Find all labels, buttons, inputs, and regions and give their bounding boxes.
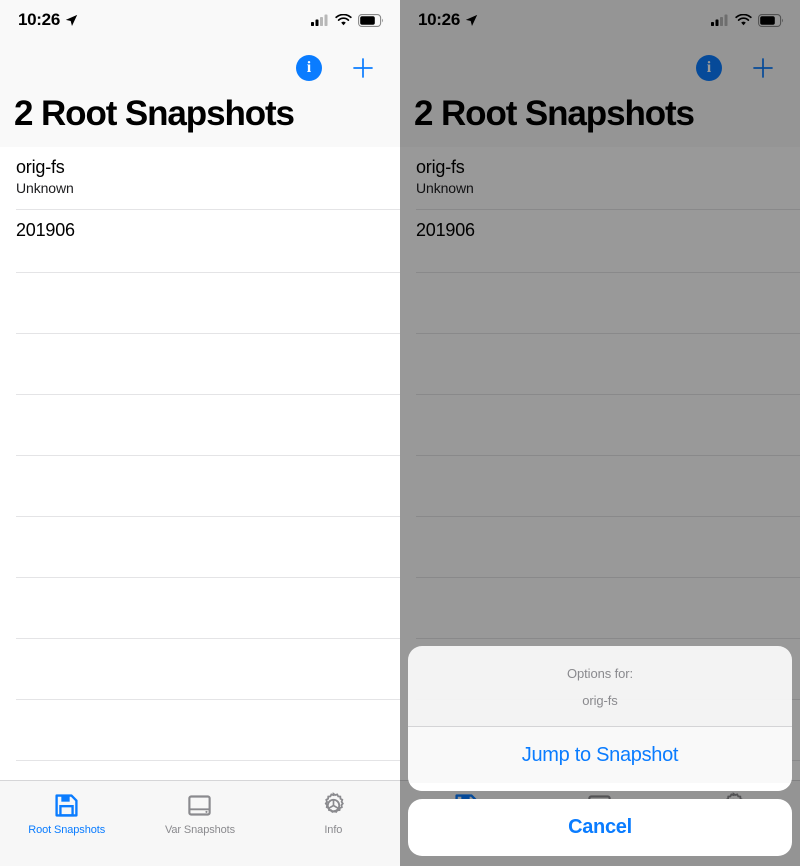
phone-screen-normal: 10:26 i 2 Root Snapshots orig-fs Unknown… xyxy=(0,0,400,866)
page-title: 2 Root Snapshots xyxy=(400,95,800,147)
status-time-group: 10:26 xyxy=(418,10,478,30)
table-row: 201906 xyxy=(400,209,800,273)
row-title: 201906 xyxy=(416,219,475,240)
table-row-empty xyxy=(0,272,400,334)
table-row[interactable]: orig-fs Unknown xyxy=(0,146,400,210)
table-row-empty xyxy=(0,516,400,578)
page-title: 2 Root Snapshots xyxy=(0,95,400,147)
tab-label: Root Snapshots xyxy=(28,824,106,836)
tab-bar: Root Snapshots Var Snapshots xyxy=(0,780,400,866)
status-time: 10:26 xyxy=(418,10,460,29)
info-button-label: i xyxy=(306,59,312,76)
cellular-signal-icon xyxy=(311,14,328,26)
action-sheet-subtitle: orig-fs xyxy=(582,693,618,708)
status-indicators xyxy=(311,13,384,27)
row-title: 201906 xyxy=(16,219,75,240)
tab-var-snapshots[interactable]: Var Snapshots xyxy=(133,781,266,866)
table-row-empty xyxy=(0,577,400,639)
location-arrow-icon xyxy=(65,14,78,26)
plus-icon xyxy=(753,58,773,78)
status-bar: 10:26 xyxy=(0,0,400,40)
table-row-empty xyxy=(400,272,800,334)
tab-info[interactable]: Info xyxy=(267,781,400,866)
add-snapshot-button[interactable] xyxy=(348,53,378,83)
snapshot-list: orig-fs Unknown 201906 xyxy=(0,146,400,822)
info-circle-icon[interactable]: i xyxy=(296,55,322,81)
table-row-empty xyxy=(0,394,400,456)
status-time: 10:26 xyxy=(18,10,60,29)
table-row-empty xyxy=(400,394,800,456)
table-row-empty xyxy=(0,699,400,761)
phone-screen-action-sheet: 10:26 i 2 Root Snapshots orig-fs Unknown… xyxy=(400,0,800,866)
table-row-empty xyxy=(0,638,400,700)
info-circle-icon: i xyxy=(696,55,722,81)
status-indicators xyxy=(711,13,784,27)
table-row-empty xyxy=(0,333,400,395)
location-arrow-icon xyxy=(465,14,478,26)
screenshot-pair: 10:26 i 2 Root Snapshots orig-fs Unknown… xyxy=(0,0,800,866)
status-time-group: 10:26 xyxy=(18,10,78,30)
cellular-signal-icon xyxy=(711,14,728,26)
disk-drive-icon xyxy=(186,790,213,820)
row-subtitle: Unknown xyxy=(416,180,474,197)
row-title: orig-fs xyxy=(416,156,465,177)
action-sheet-header: Options for: orig-fs xyxy=(408,646,792,726)
add-snapshot-button xyxy=(748,53,778,83)
table-row-empty xyxy=(400,516,800,578)
action-sheet-footer-strip xyxy=(408,783,792,791)
floppy-disk-icon xyxy=(53,790,80,820)
status-bar: 10:26 xyxy=(400,0,800,40)
table-row-empty xyxy=(0,455,400,517)
tab-label: Var Snapshots xyxy=(164,824,236,836)
jump-to-snapshot-button[interactable]: Jump to Snapshot xyxy=(408,726,792,783)
navigation-bar: i xyxy=(400,40,800,96)
row-title: orig-fs xyxy=(16,156,65,177)
plus-icon xyxy=(353,58,373,78)
info-button-label: i xyxy=(706,59,712,76)
action-sheet-title: Options for: xyxy=(567,666,633,681)
tab-root-snapshots[interactable]: Root Snapshots xyxy=(0,781,133,866)
cancel-button[interactable]: Cancel xyxy=(408,799,792,856)
navigation-bar: i xyxy=(0,40,400,96)
wifi-icon xyxy=(335,14,352,26)
row-subtitle: Unknown xyxy=(16,180,74,197)
table-row-empty xyxy=(400,577,800,639)
wifi-icon xyxy=(735,14,752,26)
gear-icon xyxy=(320,790,347,820)
table-row[interactable]: 201906 xyxy=(0,209,400,273)
action-sheet-group: Options for: orig-fs Jump to Snapshot xyxy=(408,646,792,791)
table-row: orig-fs Unknown xyxy=(400,146,800,210)
table-row-empty xyxy=(400,333,800,395)
table-row-empty xyxy=(400,455,800,517)
action-sheet: Options for: orig-fs Jump to Snapshot Ca… xyxy=(400,646,800,866)
battery-icon xyxy=(358,13,384,27)
tab-label: Info xyxy=(324,824,343,836)
battery-icon xyxy=(758,13,784,27)
